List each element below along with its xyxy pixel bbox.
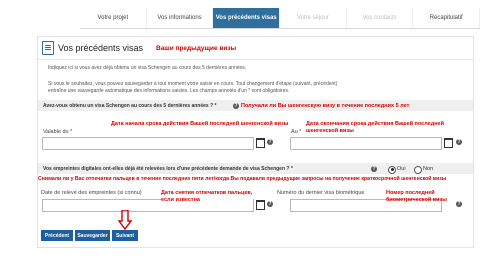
valid-to-label: Au * bbox=[291, 129, 302, 135]
valid-from-label: Valable du * bbox=[43, 129, 73, 135]
intro-text-1: Indiquez ici si vous avez déjà obtenu un… bbox=[48, 65, 247, 71]
calendar-icon[interactable] bbox=[444, 138, 453, 148]
tab-votre-sejour: Votre séjour bbox=[280, 8, 347, 28]
visa-number-translation: Номер последней биометрической визы bbox=[386, 190, 447, 203]
radio-non-label: Non bbox=[423, 166, 434, 172]
help-icon[interactable]: ? bbox=[267, 201, 273, 207]
radio-oui-label: Oui bbox=[397, 166, 406, 172]
calendar-icon[interactable] bbox=[256, 200, 265, 210]
help-icon[interactable]: ? bbox=[456, 139, 462, 145]
previous-visas-panel: Vos précédents visas Ваши предыдущие виз… bbox=[37, 36, 474, 248]
intro-text-3: entraîne une sauvegarde automatique des … bbox=[48, 88, 290, 94]
document-icon bbox=[42, 41, 54, 55]
question-schengen-row: Avez-vous obtenu un visa Schengen au cou… bbox=[38, 100, 473, 111]
tab-votre-projet[interactable]: Votre projet bbox=[80, 8, 147, 28]
previous-button[interactable]: Précédent bbox=[41, 230, 73, 241]
step-navigation: Votre projet Vos informations Vos précéd… bbox=[80, 8, 480, 29]
tab-vos-precedents-visas[interactable]: Vos précédents visas bbox=[213, 8, 281, 28]
calendar-icon[interactable] bbox=[256, 138, 265, 148]
question-fingerprints-row: Vos empreintes digitales ont-elles déjà … bbox=[38, 163, 473, 174]
page-title: Vos précédents visas bbox=[58, 43, 144, 53]
radio-oui[interactable] bbox=[388, 165, 396, 174]
valid-to-translation: Дата окончания срока действия Вашей посл… bbox=[306, 121, 444, 134]
arrow-down-icon bbox=[118, 210, 132, 230]
tab-recapitulatif[interactable]: Récapitulatif bbox=[413, 8, 480, 28]
tab-vos-contacts: Vos contacts bbox=[346, 8, 414, 28]
fingerprint-date-label: Date de relevé des empreintes (si connu) bbox=[41, 190, 142, 196]
help-icon[interactable]: ? bbox=[233, 102, 239, 109]
help-icon[interactable]: ? bbox=[371, 165, 377, 172]
question-schengen: Avez-vous obtenu un visa Schengen au cou… bbox=[43, 103, 217, 109]
panel-header: Vos précédents visas Ваши предыдущие виз… bbox=[38, 37, 473, 60]
help-icon[interactable]: ? bbox=[267, 139, 273, 145]
save-button[interactable]: Sauvegarder bbox=[75, 230, 110, 241]
valid-to-input[interactable] bbox=[290, 137, 442, 150]
question-schengen-translation: Получали ли Вы шенгенскую визу в течение… bbox=[241, 102, 410, 109]
next-button[interactable]: Suivant bbox=[112, 230, 138, 241]
question-fingerprints-translation: Снимали ли у Вас отпечатки пальцев в теч… bbox=[38, 176, 447, 182]
valid-from-input[interactable] bbox=[42, 137, 254, 150]
visa-number-label: Numéro du dernier visa biométrique bbox=[277, 190, 365, 196]
radio-non[interactable] bbox=[414, 165, 422, 174]
tab-vos-informations[interactable]: Vos informations bbox=[146, 8, 214, 28]
question-fingerprints: Vos empreintes digitales ont-elles déjà … bbox=[43, 166, 293, 172]
valid-from-translation: Дата начала срока действия Вашей последн… bbox=[111, 121, 289, 127]
fingerprint-date-translation: Дата снятия отпечатков пальцев, если изв… bbox=[161, 190, 253, 204]
intro-text-2: Si vous le souhaitez, vous pouvez sauveg… bbox=[48, 81, 338, 87]
page-title-translation: Ваши предыдущие визы bbox=[156, 45, 237, 52]
